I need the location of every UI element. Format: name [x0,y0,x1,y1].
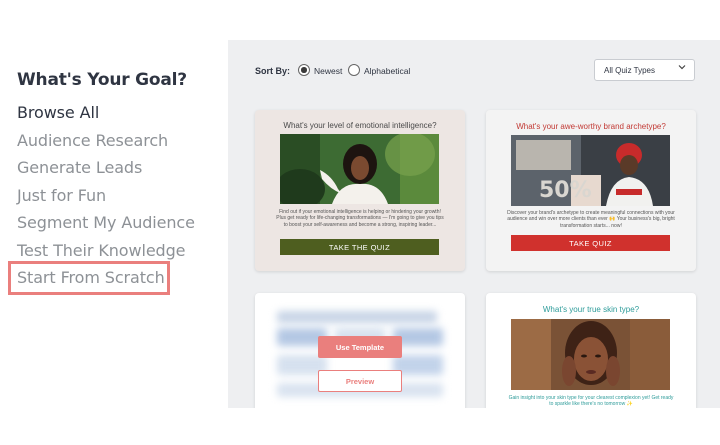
goal-item-just-for-fun[interactable]: Just for Fun [17,186,106,205]
take-the-quiz-button[interactable]: TAKE THE QUIZ [280,239,439,255]
quiz-card-emotional-intelligence[interactable]: What's your level of emotional intellige… [255,110,465,271]
sort-newest-radio[interactable] [298,64,310,76]
goal-sidebar: What's Your Goal? Browse All Audience Re… [0,40,228,408]
quiz-card-brand-archetype[interactable]: What's your awe-worthy brand archetype? … [486,110,696,271]
quiz-type-value: All Quiz Types [604,66,655,75]
sort-alphabetical-radio[interactable] [348,64,360,76]
use-template-button[interactable]: Use Template [318,336,402,358]
chevron-down-icon [678,63,686,73]
quiz-card-question: What's your level of emotional intellige… [283,121,437,130]
bottom-band [0,408,720,445]
goal-item-browse-all[interactable]: Browse All [17,103,99,122]
goal-item-start-from-scratch[interactable]: Start From Scratch [17,268,165,287]
take-quiz-button[interactable]: TAKE QUIZ [511,235,670,251]
quiz-card-skin-type[interactable]: What's your true skin type? Gain insight… [486,293,696,408]
sort-newest-label[interactable]: Newest [314,66,342,76]
quiz-card-description: Gain insight into your skin type for you… [508,395,674,408]
top-band [0,0,720,40]
goal-title: What's Your Goal? [17,70,187,90]
sort-alphabetical-label[interactable]: Alphabetical [364,66,410,76]
quiz-card-description: Discover your brand's archetype to creat… [507,210,675,229]
sort-label: Sort By: [255,66,291,76]
quiz-card-image [280,134,439,204]
goal-item-audience-research[interactable]: Audience Research [17,131,168,150]
quiz-card-template-preview[interactable]: Use Template Preview [255,293,465,408]
quiz-card-image [511,319,670,390]
quiz-type-select[interactable]: All Quiz Types [594,59,695,81]
goal-item-generate-leads[interactable]: Generate Leads [17,158,142,177]
quiz-card-description: Find out if your emotional intelligence … [276,209,444,228]
preview-button[interactable]: Preview [318,370,402,392]
svg-text:50%: 50% [539,178,592,203]
goal-item-test-their-knowledge[interactable]: Test Their Knowledge [17,241,186,260]
quiz-card-image: 50% [511,135,670,206]
quiz-gallery: Sort By: Newest Alphabetical All Quiz Ty… [228,40,720,408]
goal-item-segment-my-audience[interactable]: Segment My Audience [17,213,195,232]
blurred-content [277,311,437,323]
quiz-card-question: What's your true skin type? [542,305,640,314]
quiz-card-question: What's your awe-worthy brand archetype? [516,122,666,131]
